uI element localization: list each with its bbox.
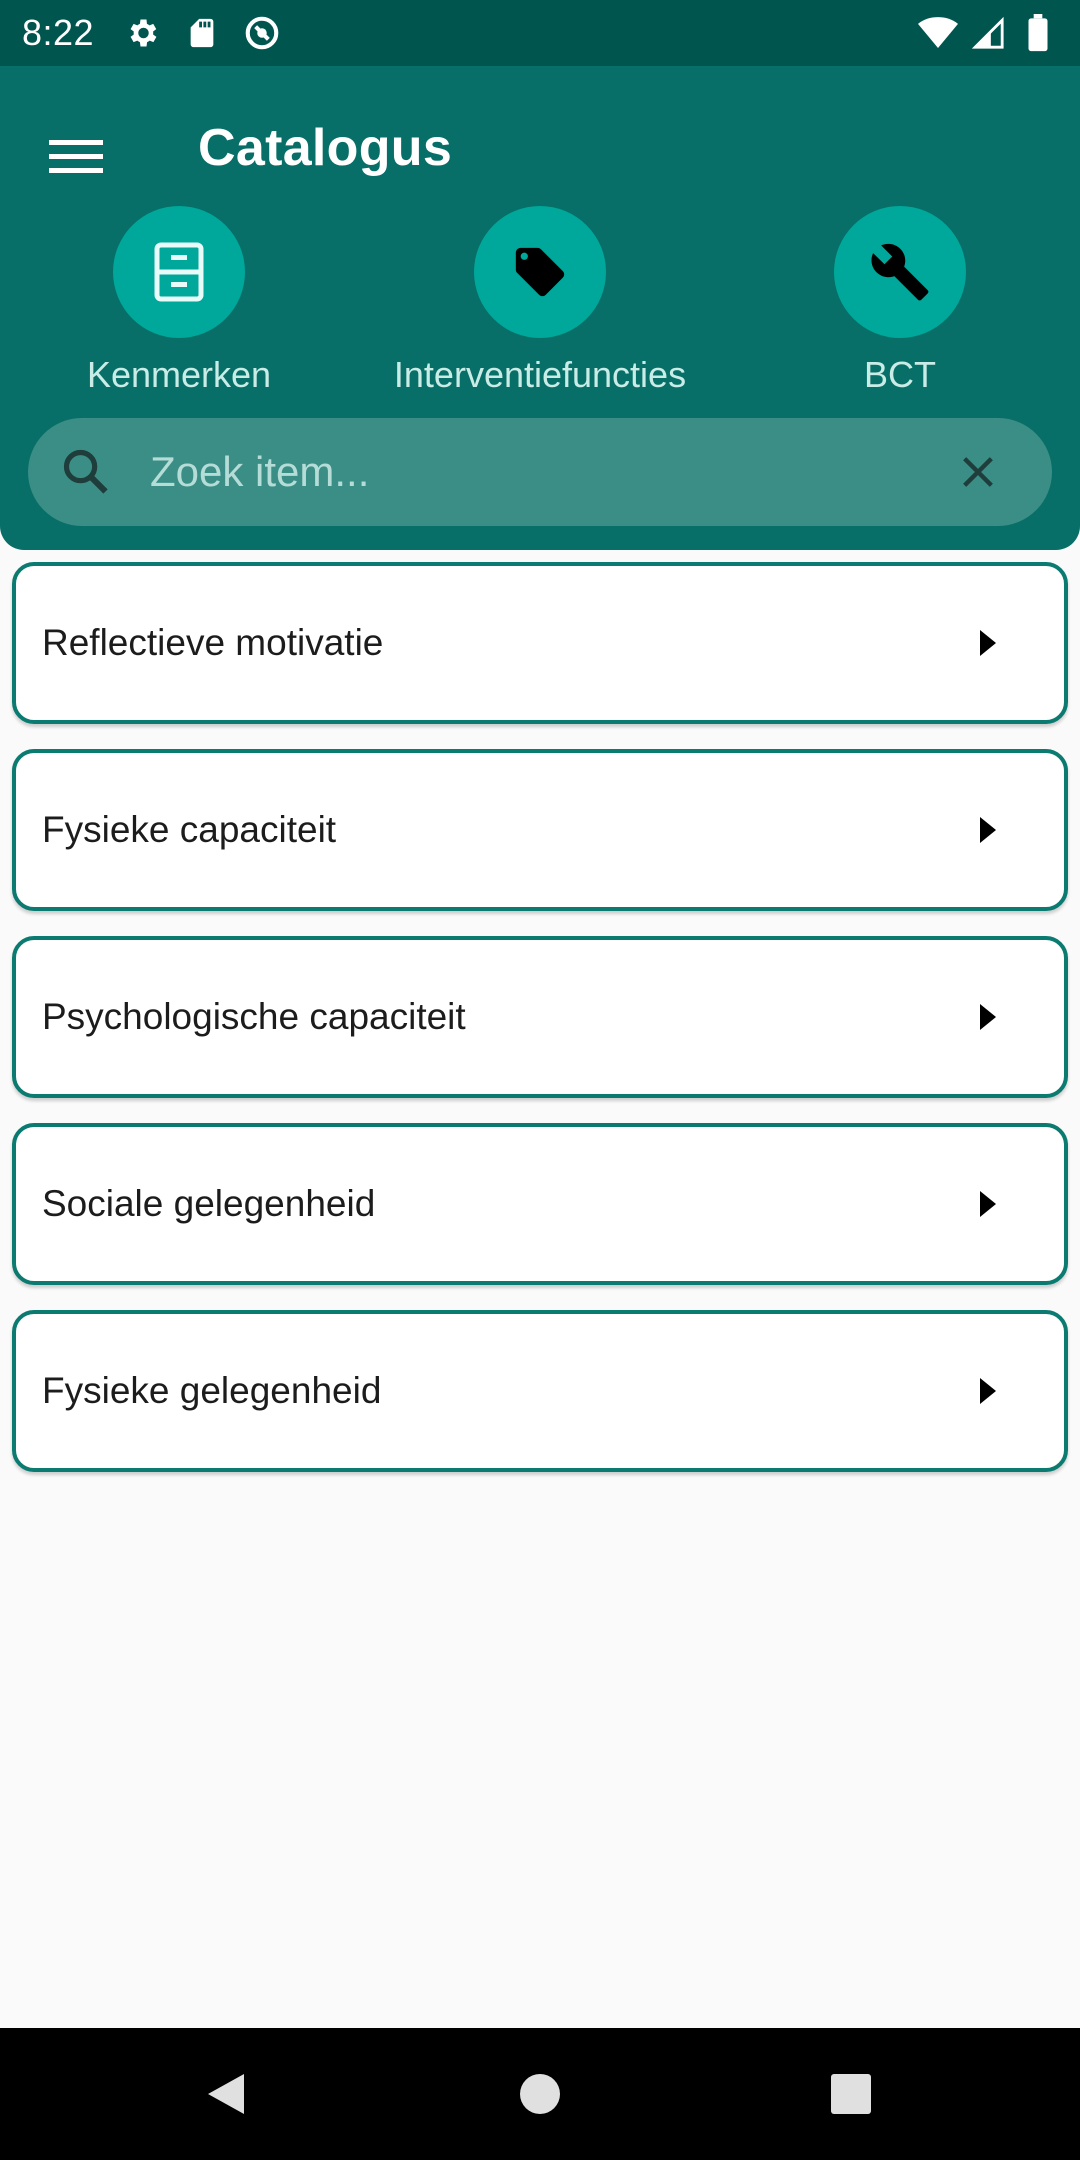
list-item[interactable]: Reflectieve motivatie bbox=[12, 562, 1068, 724]
settings-icon bbox=[122, 13, 162, 53]
category-bct[interactable]: BCT bbox=[730, 206, 1070, 396]
app-header: Catalogus Kenmerken Interventiefuncties … bbox=[0, 66, 1080, 550]
cell-signal-icon bbox=[968, 13, 1008, 53]
search-bar bbox=[28, 418, 1052, 526]
sync-icon bbox=[242, 13, 282, 53]
list-item[interactable]: Psychologische capaciteit bbox=[12, 936, 1068, 1098]
category-interventiefuncties[interactable]: Interventiefuncties bbox=[370, 206, 710, 396]
search-icon bbox=[40, 418, 132, 526]
cabinet-icon bbox=[113, 206, 245, 338]
arrow-right-icon bbox=[978, 1002, 998, 1032]
list-item-label: Fysieke gelegenheid bbox=[42, 1370, 382, 1411]
list-item-label: Fysieke capaciteit bbox=[42, 809, 337, 850]
list-item[interactable]: Fysieke capaciteit bbox=[12, 749, 1068, 911]
status-right bbox=[918, 13, 1058, 53]
status-time: 8:22 bbox=[22, 12, 95, 53]
arrow-right-icon bbox=[978, 1189, 998, 1219]
category-label: Interventiefuncties bbox=[393, 354, 687, 395]
category-kenmerken[interactable]: Kenmerken bbox=[9, 206, 349, 396]
wrench-icon bbox=[834, 206, 966, 338]
list-item-label: Sociale gelegenheid bbox=[42, 1183, 376, 1224]
system-nav-bar bbox=[0, 2028, 1080, 2160]
list-item-label: Reflectieve motivatie bbox=[42, 622, 384, 663]
item-list: Reflectieve motivatie Fysieke capaciteit… bbox=[12, 562, 1068, 1497]
battery-icon bbox=[1018, 13, 1058, 53]
category-label: BCT bbox=[864, 354, 936, 395]
recent-apps-icon[interactable] bbox=[791, 2028, 911, 2160]
close-icon[interactable] bbox=[928, 418, 1028, 526]
list-item[interactable]: Fysieke gelegenheid bbox=[12, 1310, 1068, 1472]
arrow-right-icon bbox=[978, 628, 998, 658]
arrow-right-icon bbox=[978, 815, 998, 845]
home-icon[interactable] bbox=[480, 2028, 600, 2160]
search-input[interactable] bbox=[132, 418, 928, 526]
arrow-right-icon bbox=[978, 1376, 998, 1406]
status-bar: 8:22 bbox=[0, 0, 1080, 66]
sd-card-icon bbox=[182, 13, 222, 53]
back-icon[interactable] bbox=[166, 2028, 286, 2160]
wifi-icon bbox=[918, 13, 958, 53]
category-label: Kenmerken bbox=[86, 354, 272, 395]
hamburger-menu-icon[interactable] bbox=[36, 116, 116, 196]
tag-icon bbox=[474, 206, 606, 338]
list-item-label: Psychologische capaciteit bbox=[42, 996, 466, 1037]
page-title: Catalogus bbox=[198, 119, 453, 177]
list-item[interactable]: Sociale gelegenheid bbox=[12, 1123, 1068, 1285]
